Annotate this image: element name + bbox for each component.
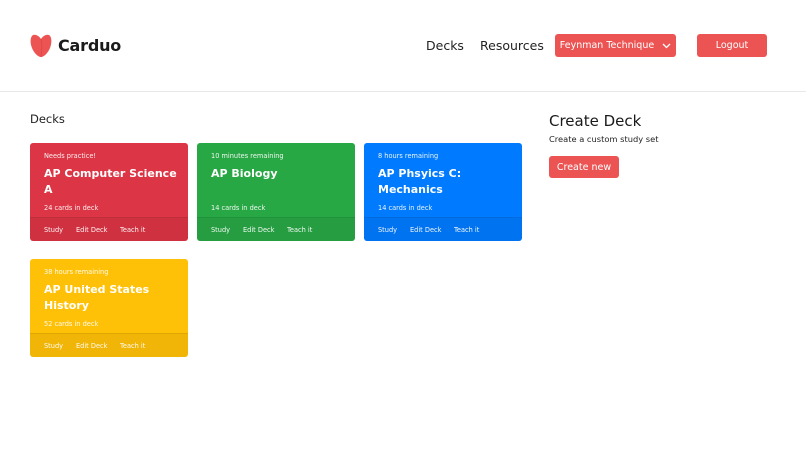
create-new-button[interactable]: Create new (549, 156, 619, 178)
deck-card-count: 52 cards in deck (44, 320, 99, 328)
deck-card: 8 hours remaining AP Phsyics C: Mechanic… (364, 143, 522, 241)
deck-card-footer: Study Edit Deck Teach it (30, 333, 188, 357)
teach-it-link[interactable]: Teach it (120, 342, 145, 350)
deck-card-count: 14 cards in deck (378, 204, 433, 212)
nav-link-decks[interactable]: Decks (426, 38, 464, 53)
study-link[interactable]: Study (44, 342, 63, 350)
deck-card-count: 14 cards in deck (211, 204, 266, 212)
deck-status: 8 hours remaining (378, 152, 439, 160)
create-deck-title: Create Deck (549, 112, 642, 130)
deck-card-body[interactable]: Needs practice! AP Computer Science A 24… (30, 143, 188, 217)
technique-dropdown-label: Feynman Technique (559, 40, 655, 51)
deck-card-body[interactable]: 38 hours remaining AP United States Hist… (30, 259, 188, 333)
edit-deck-link[interactable]: Edit Deck (76, 342, 107, 350)
heart-logo-icon[interactable] (30, 34, 52, 58)
edit-deck-link[interactable]: Edit Deck (76, 226, 107, 234)
deck-card-footer: Study Edit Deck Teach it (197, 217, 355, 241)
deck-title: AP Phsyics C: Mechanics (378, 167, 462, 196)
deck-card-footer: Study Edit Deck Teach it (30, 217, 188, 241)
teach-it-link[interactable]: Teach it (287, 226, 312, 234)
edit-deck-link[interactable]: Edit Deck (243, 226, 274, 234)
navbar: Carduo Decks Resources Feynman Technique… (0, 0, 806, 92)
technique-dropdown-button[interactable]: Feynman Technique (555, 34, 676, 57)
decks-section-title: Decks (30, 112, 65, 126)
study-link[interactable]: Study (211, 226, 230, 234)
teach-it-link[interactable]: Teach it (454, 226, 479, 234)
teach-it-link[interactable]: Teach it (120, 226, 145, 234)
logout-button[interactable]: Logout (697, 34, 767, 57)
deck-status: 10 minutes remaining (211, 152, 284, 160)
brand-name[interactable]: Carduo (58, 36, 121, 55)
nav-link-resources[interactable]: Resources (480, 38, 544, 53)
deck-status: 38 hours remaining (44, 268, 109, 276)
deck-card: Needs practice! AP Computer Science A 24… (30, 143, 188, 241)
deck-card-body[interactable]: 8 hours remaining AP Phsyics C: Mechanic… (364, 143, 522, 217)
create-deck-subtitle: Create a custom study set (549, 134, 659, 144)
deck-card-body[interactable]: 10 minutes remaining AP Biology 14 cards… (197, 143, 355, 217)
deck-card-count: 24 cards in deck (44, 204, 99, 212)
deck-card: 38 hours remaining AP United States Hist… (30, 259, 188, 357)
chevron-down-icon (662, 43, 671, 48)
study-link[interactable]: Study (44, 226, 63, 234)
deck-title: AP Biology (211, 167, 278, 180)
deck-status: Needs practice! (44, 152, 97, 160)
deck-card-footer: Study Edit Deck Teach it (364, 217, 522, 241)
deck-card: 10 minutes remaining AP Biology 14 cards… (197, 143, 355, 241)
study-link[interactable]: Study (378, 226, 397, 234)
edit-deck-link[interactable]: Edit Deck (410, 226, 441, 234)
deck-title: AP Computer Science A (44, 167, 177, 196)
deck-title: AP United States History (44, 283, 150, 312)
